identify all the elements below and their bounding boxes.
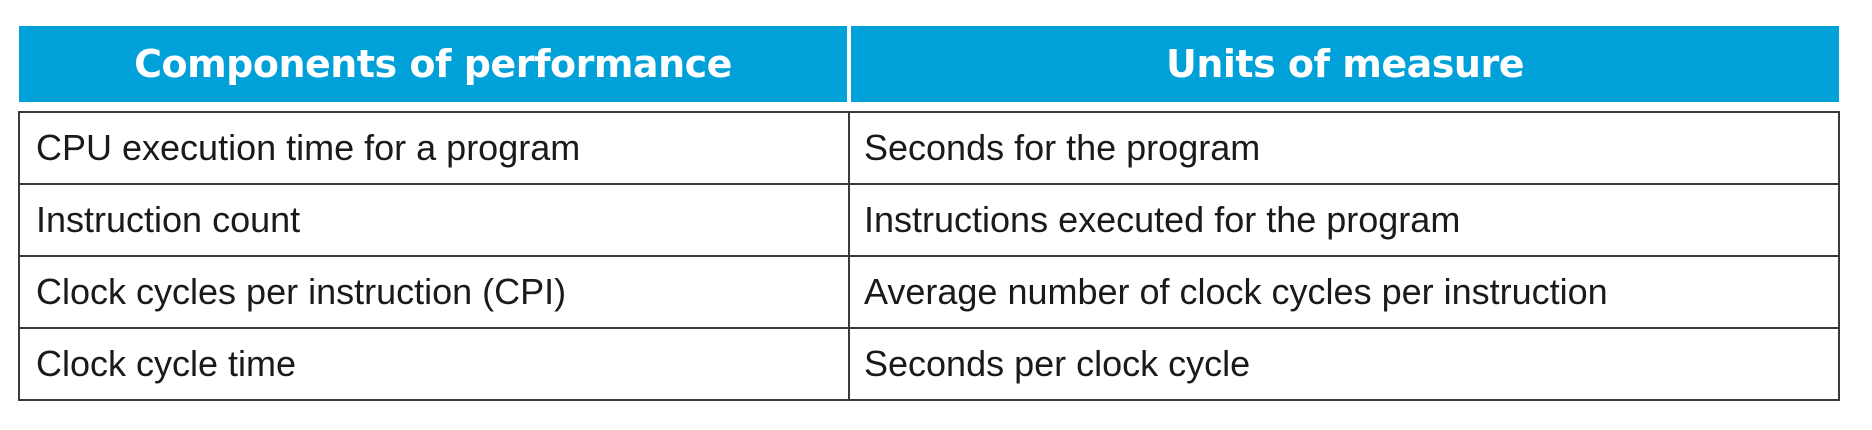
component-cell: Clock cycles per instruction (CPI) <box>18 255 850 329</box>
component-cell: Instruction count <box>18 183 850 257</box>
table-row: Clock cycles per instruction (CPI) Avera… <box>18 255 1840 329</box>
table-row: CPU execution time for a program Seconds… <box>18 111 1840 185</box>
component-cell: CPU execution time for a program <box>18 111 850 185</box>
unit-cell: Seconds for the program <box>848 111 1840 185</box>
unit-cell: Seconds per clock cycle <box>848 327 1840 401</box>
table-row: Clock cycle time Seconds per clock cycle <box>18 327 1840 401</box>
header-gap-row <box>19 102 1839 112</box>
unit-cell: Average number of clock cycles per instr… <box>848 255 1840 329</box>
table-body: CPU execution time for a program Seconds… <box>18 111 1840 401</box>
table-header: Components of performance Units of measu… <box>19 26 1839 102</box>
header-units: Units of measure <box>849 26 1839 102</box>
performance-table-container: Components of performance Units of measu… <box>18 26 1840 401</box>
component-cell: Clock cycle time <box>18 327 850 401</box>
header-components: Components of performance <box>19 26 851 102</box>
unit-cell: Instructions executed for the program <box>848 183 1840 257</box>
header-spacer <box>19 102 1839 112</box>
table-row: Instruction count Instructions executed … <box>18 183 1840 257</box>
header-gap-cell <box>19 102 1839 112</box>
header-row: Components of performance Units of measu… <box>19 26 1839 102</box>
performance-table: Components of performance Units of measu… <box>18 26 1840 401</box>
